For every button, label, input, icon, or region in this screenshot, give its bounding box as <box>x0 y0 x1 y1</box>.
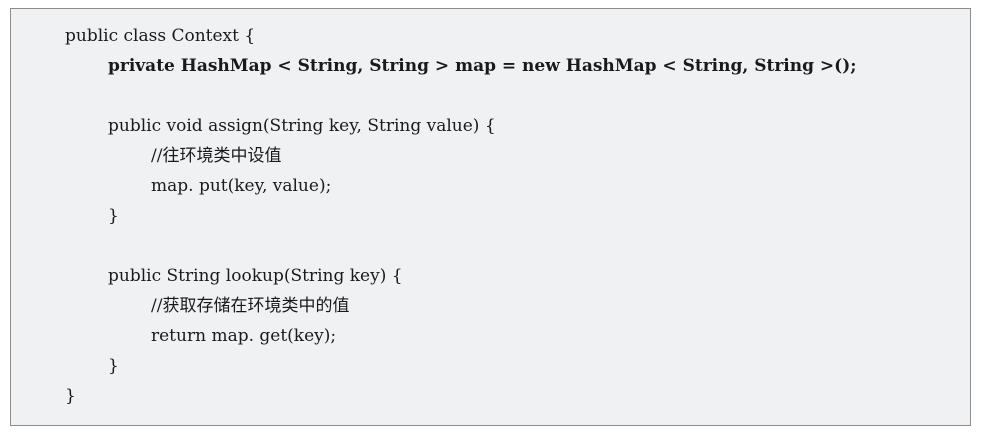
assign-method-signature: public void assign(String key, String va… <box>108 116 496 136</box>
class-declaration-line: public class Context { <box>65 26 256 46</box>
field-declaration-line: private HashMap < String, String > map =… <box>108 56 857 76</box>
code-block: public class Context { private HashMap <… <box>10 8 971 426</box>
assign-body-line: map. put(key, value); <box>151 176 332 196</box>
assign-comment: //往环境类中设值 <box>151 146 282 166</box>
class-closing-brace: } <box>65 386 76 406</box>
code-listing: public class Context { private HashMap <… <box>65 21 960 411</box>
lookup-body-line: return map. get(key); <box>151 326 337 346</box>
lookup-comment: //获取存储在环境类中的值 <box>151 296 350 316</box>
assign-closing-brace: } <box>108 206 119 226</box>
lookup-closing-brace: } <box>108 356 119 376</box>
lookup-method-signature: public String lookup(String key) { <box>108 266 403 286</box>
